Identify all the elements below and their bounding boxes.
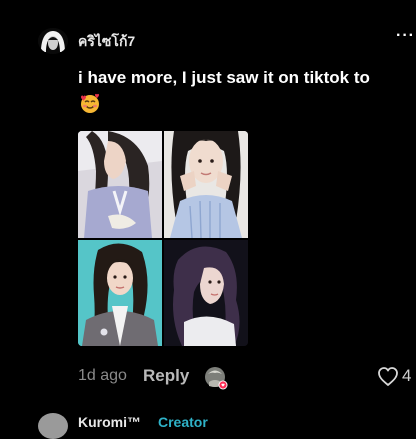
comment-item: คริไซโก้7 ··· i have more, I just saw it… xyxy=(0,0,416,439)
creator-liked-avatar-icon xyxy=(205,367,228,390)
like-count: 4 xyxy=(402,366,412,385)
comment-text: i have more, I just saw it on tiktok to xyxy=(78,68,370,87)
photo-4[interactable] xyxy=(164,240,248,346)
creator-tag: Creator xyxy=(158,414,208,430)
girl-wavy-hair-teal-background-image xyxy=(78,240,162,346)
girl-wavy-hair-dark-background-image xyxy=(164,240,248,346)
user-avatar[interactable] xyxy=(38,28,68,54)
photo-3[interactable] xyxy=(78,240,162,346)
next-comment-username[interactable]: Kuromi™ xyxy=(78,414,141,430)
girl-hands-on-chin-blue-shirt-image xyxy=(164,131,248,238)
photo-2[interactable] xyxy=(164,131,248,238)
photo-1[interactable] xyxy=(78,131,162,238)
comment-time: 1d ago xyxy=(78,367,127,384)
comment-username[interactable]: คริไซโก้7 xyxy=(78,31,135,53)
avatar-image xyxy=(38,28,68,54)
reply-button[interactable]: Reply xyxy=(143,366,189,386)
photo-grid[interactable] xyxy=(78,131,248,346)
girl-long-wavy-hair-blue-shirt-image xyxy=(78,131,162,238)
smiling-face-with-hearts-icon xyxy=(81,93,99,113)
more-options-button[interactable]: ··· xyxy=(396,27,415,45)
next-comment-avatar[interactable] xyxy=(38,413,68,439)
